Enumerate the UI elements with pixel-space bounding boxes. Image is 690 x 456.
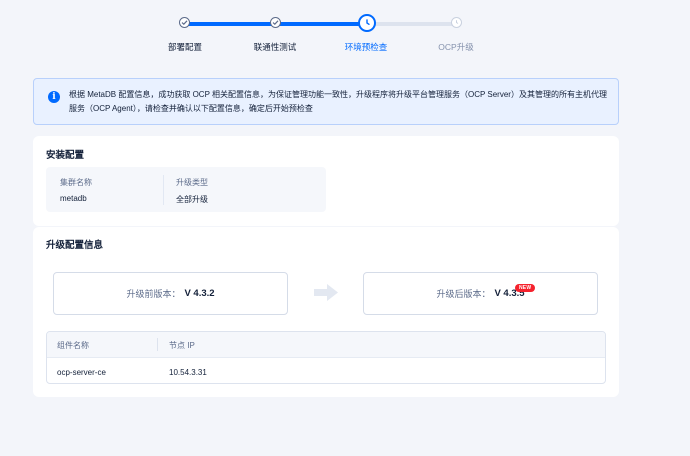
step-label-deploy-config: 部署配置 <box>167 42 203 52</box>
info-divider <box>163 175 164 205</box>
step-3-clock-icon <box>358 14 376 32</box>
step-track-todo <box>367 22 456 26</box>
step-label-ocp-upgrade: OCP升级 <box>438 42 474 52</box>
step-1-check-icon <box>179 17 190 28</box>
before-version-box: 升级前版本： V 4.3.2 <box>53 272 288 315</box>
step-label-connectivity-test: 联通性测试 <box>253 42 297 52</box>
component-table: 组件名称 节点 IP ocp-server-ce 10.54.3.31 <box>46 331 606 384</box>
new-badge: NEW <box>515 284 536 292</box>
before-version-label: 升级前版本： <box>126 289 181 299</box>
step-4-clock-icon <box>451 17 462 28</box>
upgrade-type-label: 升级类型 <box>176 178 208 187</box>
column-header-node-ip: 节点 IP <box>169 341 195 350</box>
install-config-title: 安装配置 <box>46 150 85 161</box>
upgrade-type-value: 全部升级 <box>176 195 208 204</box>
info-icon: i <box>48 91 60 103</box>
table-row: ocp-server-ce 10.54.3.31 <box>47 358 605 383</box>
after-version-box: 升级后版本： V 4.3.5 <box>363 272 598 315</box>
steps-progress: 部署配置 联通性测试 环境预检查 OCP升级 <box>0 0 690 60</box>
cluster-name-value: metadb <box>60 194 87 203</box>
install-config-card: 安装配置 集群名称 metadb 升级类型 全部升级 <box>33 136 619 226</box>
upgrade-info-card: 升级配置信息 升级前版本： V 4.3.2 升级后版本： V 4.3.5 NEW 组… <box>33 227 619 397</box>
cell-node-ip: 10.54.3.31 <box>169 368 207 377</box>
before-version-value: V 4.3.2 <box>184 288 215 299</box>
column-header-component: 组件名称 <box>57 341 89 350</box>
cluster-name-label: 集群名称 <box>60 178 92 187</box>
step-label-env-precheck: 环境预检查 <box>344 42 388 52</box>
arrow-right-icon <box>314 284 338 306</box>
table-header: 组件名称 节点 IP <box>47 332 605 358</box>
after-version-label: 升级后版本： <box>436 289 491 299</box>
install-config-box: 集群名称 metadb 升级类型 全部升级 <box>46 167 326 212</box>
alert-text: 根据 MetaDB 配置信息，成功获取 OCP 相关配置信息，为保证管理功能一致… <box>69 90 607 113</box>
header-divider <box>157 338 158 351</box>
info-alert: i 根据 MetaDB 配置信息，成功获取 OCP 相关配置信息，为保证管理功能… <box>33 78 619 125</box>
cell-component-name: ocp-server-ce <box>57 368 106 377</box>
step-2-check-icon <box>270 17 281 28</box>
upgrade-info-title: 升级配置信息 <box>46 240 104 251</box>
